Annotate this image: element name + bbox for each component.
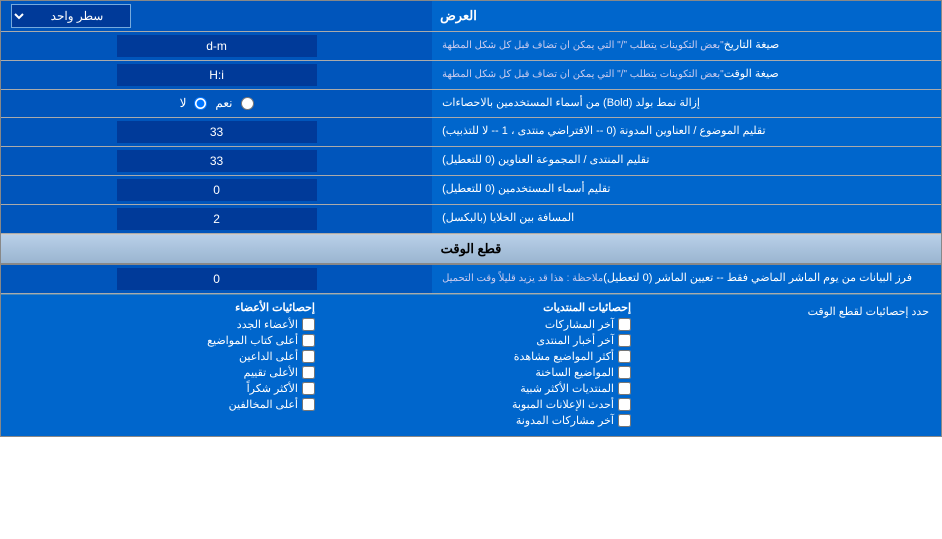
checkbox-most-viewed-input[interactable]	[618, 350, 631, 363]
topic-trim-field[interactable]	[117, 121, 317, 143]
label-cutoff: فرز البيانات من يوم الماشر الماضي فقط --…	[432, 265, 941, 293]
label-cell-spacing: المسافة بين الخلايا (بالبكسل)	[432, 205, 941, 233]
input-cell-spacing[interactable]	[1, 205, 432, 233]
label-topic-trim: تقليم الموضوع / العناوين المدونة (0 -- ا…	[432, 118, 941, 146]
checkboxes-col1: إحصائيات المنتديات آخر المشاركات آخر أخب…	[321, 301, 637, 430]
row-topic-trim: تقليم الموضوع / العناوين المدونة (0 -- ا…	[1, 118, 941, 147]
checkbox-most-thanks[interactable]: الأكثر شكراً	[11, 382, 315, 395]
username-trim-field[interactable]	[117, 179, 317, 201]
row-cutoff: فرز البيانات من يوم الماشر الماضي فقط --…	[1, 265, 941, 294]
forum-trim-field[interactable]	[117, 150, 317, 172]
checkbox-forum-news[interactable]: آخر أخبار المنتدى	[327, 334, 631, 347]
time-format-field[interactable]	[117, 64, 317, 86]
checkbox-classified-ads[interactable]: أحدث الإعلانات المبوبة	[327, 398, 631, 411]
label-username-trim: تقليم أسماء المستخدمين (0 للتعطيل)	[432, 176, 941, 204]
bold-radio-group[interactable]: نعم لا	[180, 96, 254, 110]
checkbox-latest-posts[interactable]: آخر المشاركات	[327, 318, 631, 331]
checkbox-top-rated[interactable]: الأعلى تقييم	[11, 366, 315, 379]
row-bold: إزالة نمط بولد (Bold) من أسماء المستخدمي…	[1, 90, 941, 118]
checkbox-hot-topics-input[interactable]	[618, 366, 631, 379]
checkbox-new-members-input[interactable]	[302, 318, 315, 331]
input-forum-trim[interactable]	[1, 147, 432, 175]
checkbox-top-writers[interactable]: أعلى كتاب المواضيع	[11, 334, 315, 347]
row-time-format: صيغة الوقت "بعض التكوينات يتطلب "/" التي…	[1, 61, 941, 90]
section-cutoff-title: قطع الوقت	[441, 241, 502, 257]
bold-yes-radio[interactable]	[241, 97, 254, 110]
label-bold: إزالة نمط بولد (Bold) من أسماء المستخدمي…	[432, 90, 941, 117]
checkbox-similar-forums[interactable]: المنتديات الأكثر شبية	[327, 382, 631, 395]
checkbox-top-writers-label: أعلى كتاب المواضيع	[207, 334, 298, 347]
checkbox-top-inviters-label: أعلى الداعين	[239, 350, 298, 363]
label-date-format: صيغة التاريخ "بعض التكوينات يتطلب "/" ال…	[432, 32, 941, 60]
date-format-field[interactable]	[117, 35, 317, 57]
checkbox-blog-posts-label: آخر مشاركات المدونة	[516, 414, 614, 427]
checkbox-top-violations[interactable]: أعلى المخالفين	[11, 398, 315, 411]
display-select[interactable]: سطر واحد سطرين ثلاثة أسطر	[11, 4, 131, 28]
checkbox-forum-news-label: آخر أخبار المنتدى	[536, 334, 614, 347]
row-display: العرض سطر واحد سطرين ثلاثة أسطر	[1, 1, 941, 32]
checkbox-most-thanks-input[interactable]	[302, 382, 315, 395]
checkbox-hot-topics-label: المواضيع الساخنة	[535, 366, 614, 379]
input-bold[interactable]: نعم لا	[1, 90, 432, 117]
checkbox-similar-forums-input[interactable]	[618, 382, 631, 395]
section-cutoff-header: قطع الوقت	[1, 234, 941, 265]
input-date-format[interactable]	[1, 32, 432, 60]
checkbox-latest-posts-input[interactable]	[618, 318, 631, 331]
checkboxes-container: حدد إحصائيات لقطع الوقت إحصائيات المنتدي…	[1, 294, 941, 436]
input-cutoff[interactable]	[1, 265, 432, 293]
checkboxes-section-title: حدد إحصائيات لقطع الوقت	[637, 301, 937, 430]
bold-no-label: لا	[180, 96, 187, 110]
checkbox-classified-ads-label: أحدث الإعلانات المبوبة	[512, 398, 614, 411]
input-time-format[interactable]	[1, 61, 432, 89]
checkbox-blog-posts[interactable]: آخر مشاركات المدونة	[327, 414, 631, 427]
checkbox-blog-posts-input[interactable]	[618, 414, 631, 427]
checkbox-top-inviters-input[interactable]	[302, 350, 315, 363]
label-forum-trim: تقليم المنتدى / المجموعة العناوين (0 للت…	[432, 147, 941, 175]
col2-title: إحصائيات الأعضاء	[11, 301, 315, 314]
checkbox-top-violations-input[interactable]	[302, 398, 315, 411]
checkbox-top-rated-input[interactable]	[302, 366, 315, 379]
checkbox-latest-posts-label: آخر المشاركات	[545, 318, 614, 331]
checkbox-classified-ads-input[interactable]	[618, 398, 631, 411]
checkbox-hot-topics[interactable]: المواضيع الساخنة	[327, 366, 631, 379]
checkbox-most-viewed[interactable]: أكثر المواضيع مشاهدة	[327, 350, 631, 363]
checkbox-most-thanks-label: الأكثر شكراً	[247, 382, 298, 395]
col1-title: إحصائيات المنتديات	[327, 301, 631, 314]
row-cell-spacing: المسافة بين الخلايا (بالبكسل)	[1, 205, 941, 234]
checkboxes-col2: إحصائيات الأعضاء الأعضاء الجدد أعلى كتاب…	[5, 301, 321, 430]
input-topic-trim[interactable]	[1, 118, 432, 146]
row-forum-trim: تقليم المنتدى / المجموعة العناوين (0 للت…	[1, 147, 941, 176]
label-time-format: صيغة الوقت "بعض التكوينات يتطلب "/" التي…	[432, 61, 941, 89]
input-display[interactable]: سطر واحد سطرين ثلاثة أسطر	[1, 1, 432, 31]
checkbox-top-writers-input[interactable]	[302, 334, 315, 347]
checkbox-new-members-label: الأعضاء الجدد	[237, 318, 298, 331]
cell-spacing-field[interactable]	[117, 208, 317, 230]
row-username-trim: تقليم أسماء المستخدمين (0 للتعطيل)	[1, 176, 941, 205]
cutoff-field[interactable]	[117, 268, 317, 290]
checkbox-similar-forums-label: المنتديات الأكثر شبية	[520, 382, 614, 395]
checkbox-most-viewed-label: أكثر المواضيع مشاهدة	[514, 350, 614, 363]
checkbox-forum-news-input[interactable]	[618, 334, 631, 347]
input-username-trim[interactable]	[1, 176, 432, 204]
bold-no-radio[interactable]	[194, 97, 207, 110]
checkbox-top-violations-label: أعلى المخالفين	[229, 398, 298, 411]
row-date-format: صيغة التاريخ "بعض التكوينات يتطلب "/" ال…	[1, 32, 941, 61]
checkbox-new-members[interactable]: الأعضاء الجدد	[11, 318, 315, 331]
checkbox-top-rated-label: الأعلى تقييم	[244, 366, 298, 379]
bold-yes-label: نعم	[215, 96, 232, 110]
checkbox-top-inviters[interactable]: أعلى الداعين	[11, 350, 315, 363]
label-display: العرض	[432, 1, 941, 31]
